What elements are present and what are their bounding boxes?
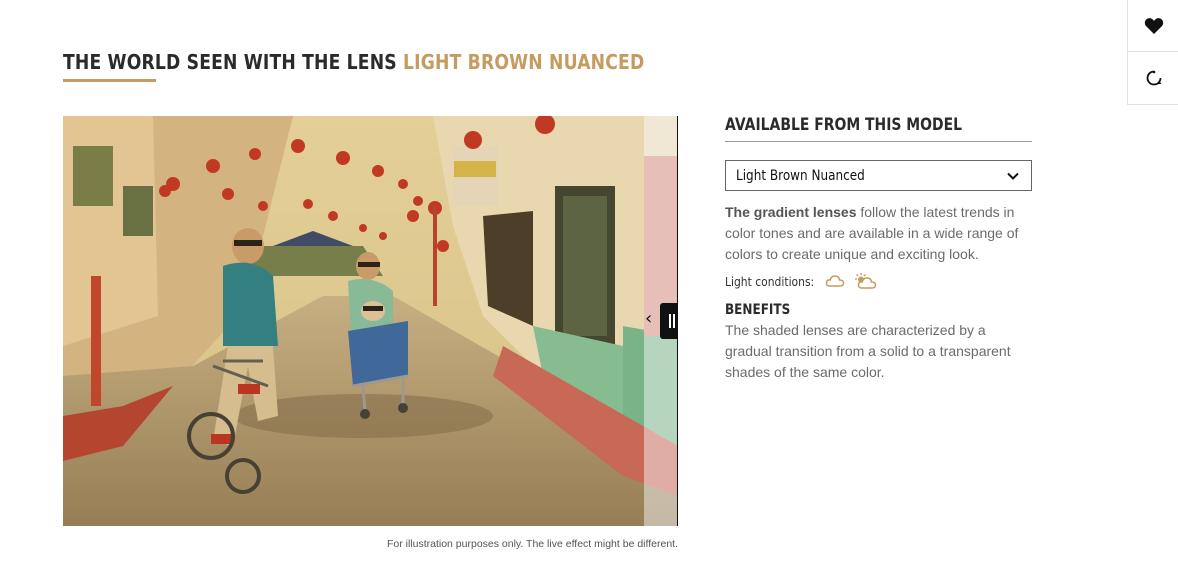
panel-divider [725, 141, 1032, 142]
wishlist-button[interactable] [1128, 0, 1178, 51]
benefits-title: BENEFITS [725, 302, 791, 318]
title-underline [63, 79, 156, 82]
chevron-left-icon[interactable]: ‹ [645, 309, 652, 329]
lens-description: The gradient lenses follow the latest tr… [725, 202, 1032, 265]
title-prefix: THE WORLD SEEN WITH THE LENS [63, 50, 397, 74]
benefits-text: The shaded lenses are characterized by a… [725, 322, 1011, 380]
sun-cloud-icon [855, 273, 877, 289]
lens-select[interactable]: Light Brown Nuanced [725, 160, 1032, 191]
lens-preview-viewer[interactable]: ‹ [63, 116, 678, 526]
description-bold: The gradient lenses [725, 204, 857, 220]
lens-select-value: Light Brown Nuanced [736, 167, 865, 184]
view-360-button[interactable] [1128, 51, 1178, 103]
heart-icon [1144, 17, 1163, 34]
comparison-slider-handle[interactable] [660, 303, 678, 339]
cloud-icon [825, 275, 845, 287]
grip-icon [669, 314, 675, 328]
rotate-360-icon [1146, 70, 1161, 85]
illustration-disclaimer: For illustration purposes only. The live… [386, 538, 678, 550]
side-action-bar [1127, 0, 1178, 105]
street-scene-image [63, 116, 678, 526]
light-conditions-label: Light conditions: [725, 273, 815, 289]
chevron-down-icon [1007, 172, 1019, 180]
page-title: THE WORLD SEEN WITH THE LENS LIGHT BROWN… [63, 50, 644, 74]
light-conditions: Light conditions: [725, 272, 1032, 290]
lens-name: LIGHT BROWN NUANCED [403, 50, 645, 74]
panel-title: AVAILABLE FROM THIS MODEL [725, 115, 963, 135]
lens-info-panel: AVAILABLE FROM THIS MODEL Light Brown Nu… [725, 108, 1032, 383]
